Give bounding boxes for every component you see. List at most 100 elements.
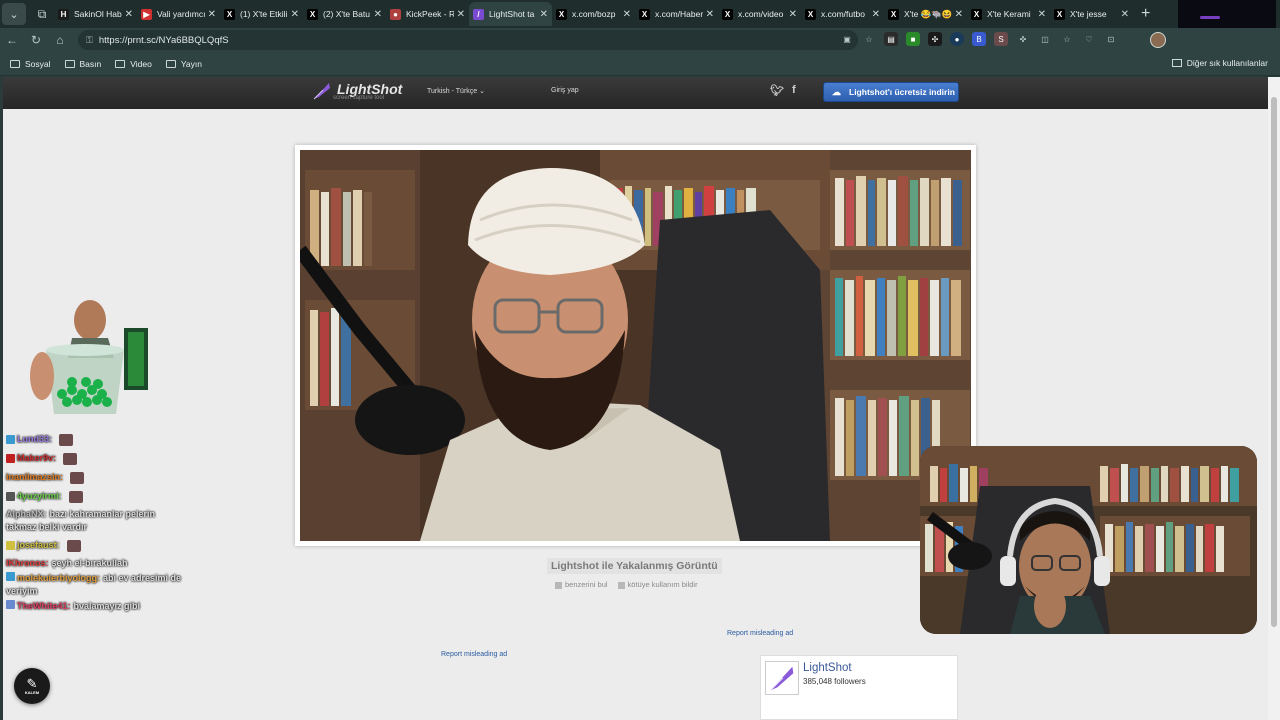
cloud-download-icon: ☁ <box>832 86 841 97</box>
back-icon[interactable]: ← <box>0 33 24 47</box>
chat-text: şeyh el-bırakullah <box>51 558 128 568</box>
chat-username: Maker9v: <box>17 453 57 463</box>
chat-message: josefaust: <box>6 536 186 555</box>
facebook-icon[interactable]: f <box>792 84 796 97</box>
close-tab-icon[interactable]: ✕ <box>1038 9 1046 20</box>
facebook-page-name[interactable]: LightShot <box>803 662 852 674</box>
profile-avatar[interactable] <box>1150 32 1166 48</box>
extensions-puzzle-icon[interactable]: ✜ <box>1016 32 1030 46</box>
extension-icon[interactable]: B <box>972 32 986 46</box>
chat-message: Maker9v: <box>6 449 186 468</box>
close-tab-icon[interactable]: ✕ <box>540 9 548 20</box>
browser-tab[interactable]: ▶ Vali yardımcısı✕ <box>137 2 220 26</box>
browser-tab[interactable]: Xx.com/Haber ✕ <box>635 2 718 26</box>
favorites-icon[interactable]: ☆ <box>1060 32 1074 46</box>
browser-tab[interactable]: X X'te jesse ✕ <box>1050 2 1133 26</box>
tab-favicon-icon: X <box>556 8 567 20</box>
chat-badge-icon <box>6 492 15 501</box>
close-tab-icon[interactable]: ✕ <box>208 9 216 20</box>
facebook-page-widget[interactable]: LightShot 385,048 followers <box>760 655 958 720</box>
url-field[interactable]: ⚿ https://prnt.sc/NYa6BBQLQqfS <box>78 30 858 50</box>
bookmark-folder-basin[interactable]: Basın <box>64 59 101 69</box>
report-ad-link[interactable]: Report misleading ad <box>727 630 793 637</box>
language-select[interactable]: Turkish - Türkçe ⌄ <box>427 87 485 95</box>
close-tab-icon[interactable]: ✕ <box>291 9 299 20</box>
twitter-icon[interactable]: 🐦︎ <box>770 84 784 97</box>
chat-username: TheWhite41: <box>17 601 71 611</box>
tab-title: X'te 😂🐃😆 <box>904 8 952 19</box>
other-bookmarks[interactable]: Diğer sık kullanılanlar <box>1171 58 1268 68</box>
stream-chat-overlay: Lund33: Maker9v: inanilmazsin: 4yuzyirmi: Al… <box>6 430 186 615</box>
report-abuse-link[interactable]: kötüye kullanım bildir <box>617 580 698 589</box>
browser-tab[interactable]: X (2) X'te Batu ✕ <box>303 2 386 26</box>
scrollbar-thumb[interactable] <box>1271 97 1277 627</box>
browser-tab[interactable]: X X'te Kerami ✕ <box>967 2 1050 26</box>
close-tab-icon[interactable]: ✕ <box>374 9 382 20</box>
extension-icon[interactable]: ▤ <box>884 32 898 46</box>
find-similar-link[interactable]: benzerini bul <box>555 580 608 589</box>
lightshot-feather-icon <box>765 661 799 695</box>
browser-tab[interactable]: X (1) X'te Etkili ✕ <box>220 2 303 26</box>
browser-tab[interactable]: Xx.com/futbo ✕ <box>801 2 884 26</box>
browser-tab[interactable]: X X'te 😂🐃😆 ✕ <box>884 2 967 26</box>
screenshot-photo <box>300 150 971 541</box>
heart-icon[interactable]: ♡ <box>1082 32 1096 46</box>
close-tab-icon[interactable]: ✕ <box>125 9 133 20</box>
chat-message: inanilmazsin: <box>6 468 186 487</box>
tab-title: KickPeek - R <box>406 9 454 19</box>
bookmark-folder-sosyal[interactable]: Sosyal <box>10 59 51 69</box>
tab-title: x.com/futbo <box>821 9 865 19</box>
extension-icon[interactable]: S <box>994 32 1008 46</box>
chat-message: AlphaNX: bazı kahramanlar pelerin takmaz … <box>6 508 186 534</box>
new-tab-button[interactable]: + <box>1141 5 1150 23</box>
browser-tab[interactable]: Xx.com/bozp ✕ <box>552 2 635 26</box>
browser-tab[interactable]: Xx.com/video ✕ <box>718 2 801 26</box>
pen-tool-button[interactable]: ✎ KALEM <box>14 668 50 704</box>
close-tab-icon[interactable]: ✕ <box>872 9 880 20</box>
browser-tab[interactable]: H SakinOl Haber✕ <box>54 2 137 26</box>
chevron-down-icon: ⌄ <box>479 88 486 95</box>
close-tab-icon[interactable]: ✕ <box>1121 9 1129 20</box>
chat-username: josefaust: <box>17 540 60 550</box>
screenshot-caption: Lightshot ile Yakalanmış Görüntü <box>547 558 722 574</box>
chat-emote-icon <box>70 471 85 484</box>
tab-strip: HSakinOl Haber✕▶Vali yardımcısı✕X(1) X't… <box>54 2 1133 26</box>
page-scrollbar[interactable] <box>1268 77 1280 720</box>
screenshot-image[interactable] <box>300 150 971 541</box>
close-tab-icon[interactable]: ✕ <box>623 9 631 20</box>
chat-username: 4yuzyirmi: <box>17 491 62 501</box>
browser-tab[interactable]: / LightShot ta ✕ <box>469 2 552 26</box>
tab-bar: ⌄ ⧉ HSakinOl Haber✕▶Vali yardımcısı✕X(1)… <box>0 0 1280 56</box>
screenshot-frame <box>295 145 976 546</box>
favorite-star-icon[interactable]: ☆ <box>862 32 876 46</box>
chat-message: Lund33: <box>6 430 186 449</box>
close-tab-icon[interactable]: ✕ <box>955 9 963 20</box>
tab-title: (1) X'te Etkili <box>240 9 288 19</box>
login-link[interactable]: Giriş yap <box>551 87 579 94</box>
close-tab-icon[interactable]: ✕ <box>706 9 714 20</box>
close-tab-icon[interactable]: ✕ <box>789 9 797 20</box>
home-icon[interactable]: ⌂ <box>48 33 72 47</box>
pen-label: KALEM <box>24 690 40 695</box>
browser-tab[interactable]: ● KickPeek - R ✕ <box>386 2 469 26</box>
folder-icon <box>1171 59 1182 67</box>
close-tab-icon[interactable]: ✕ <box>457 9 465 20</box>
apps-icon[interactable]: ▣ <box>840 32 854 46</box>
tab-search-button[interactable]: ⌄ <box>2 3 26 25</box>
screenshot-icon[interactable]: ⊡ <box>1104 32 1118 46</box>
refresh-icon[interactable]: ↻ <box>24 33 48 47</box>
extension-icon[interactable]: ● <box>950 32 964 46</box>
tab-title: (2) X'te Batu <box>323 9 370 19</box>
address-bar-row: ← ↻ ⌂ ⚿ https://prnt.sc/NYa6BBQLQqfS ▣ ☆… <box>0 28 1280 52</box>
workspaces-icon[interactable]: ⧉ <box>30 3 54 25</box>
split-view-icon[interactable]: ◫ <box>1038 32 1052 46</box>
extension-icon[interactable]: ✣ <box>928 32 942 46</box>
extension-icon[interactable]: ■ <box>906 32 920 46</box>
download-button[interactable]: ☁ Lightshot'ı ücretsiz indirin <box>823 82 959 102</box>
report-ad-link[interactable]: Report misleading ad <box>441 651 507 658</box>
bookmark-folder-yayin[interactable]: Yayın <box>165 59 202 69</box>
bookmark-folder-video[interactable]: Video <box>115 59 152 69</box>
tab-title: x.com/Haber <box>655 9 703 19</box>
tab-favicon-icon: ▶ <box>141 8 152 20</box>
lightshot-logo[interactable]: LightShot screen capture tool <box>311 80 402 102</box>
